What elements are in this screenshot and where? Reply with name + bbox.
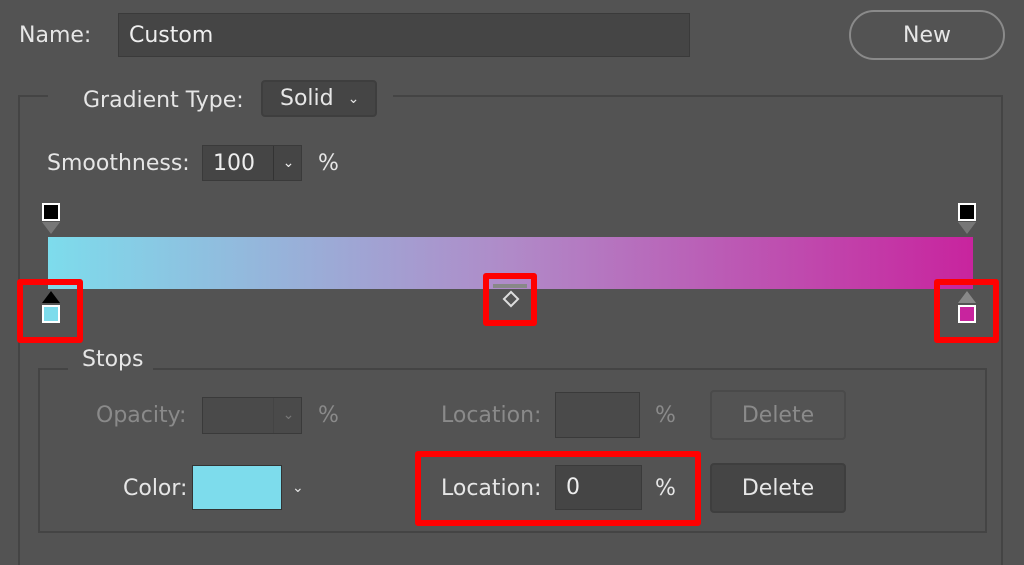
new-button[interactable]: New <box>849 10 1005 60</box>
color-swatch[interactable] <box>192 465 282 510</box>
gradient-type-value: Solid <box>280 86 334 111</box>
new-label: New <box>903 22 951 48</box>
highlight-box <box>483 273 537 326</box>
gradient-type-label: Gradient Type: <box>83 88 244 113</box>
opacity-stop-arrow-icon <box>42 222 60 234</box>
color-label: Color: <box>123 476 188 501</box>
delete-label: Delete <box>741 475 815 501</box>
opacity-delete-button[interactable]: Delete <box>710 390 846 440</box>
opacity-stop-left[interactable] <box>42 203 60 221</box>
opacity-stop-arrow-icon <box>958 222 976 234</box>
smoothness-unit: % <box>318 151 339 176</box>
highlight-box <box>415 451 701 526</box>
stops-title: Stops <box>82 347 144 372</box>
smoothness-value: 100 <box>213 150 255 176</box>
opacity-location-unit: % <box>655 403 676 428</box>
chevron-down-icon: ⌄ <box>347 90 360 107</box>
gradient-type-select[interactable]: Solid ⌄ <box>261 80 377 117</box>
smoothness-label: Smoothness: <box>47 151 190 176</box>
opacity-label: Opacity: <box>96 403 187 428</box>
smoothness-input[interactable]: 100 ⌄ <box>202 145 302 181</box>
name-value: Custom <box>129 22 214 48</box>
opacity-unit: % <box>318 403 339 428</box>
chevron-down-icon[interactable]: ⌄ <box>273 398 303 433</box>
delete-label: Delete <box>741 402 815 428</box>
opacity-stop-right[interactable] <box>958 203 976 221</box>
opacity-input[interactable]: ⌄ <box>202 397 302 434</box>
chevron-down-icon[interactable]: ⌄ <box>273 146 303 180</box>
color-delete-button[interactable]: Delete <box>710 463 846 513</box>
opacity-location-label: Location: <box>441 403 542 428</box>
name-label: Name: <box>19 23 92 48</box>
name-input[interactable]: Custom <box>118 13 690 57</box>
highlight-box <box>17 279 83 343</box>
highlight-box <box>934 279 999 343</box>
chevron-down-icon[interactable]: ⌄ <box>292 481 304 495</box>
opacity-location-input[interactable] <box>555 392 640 438</box>
